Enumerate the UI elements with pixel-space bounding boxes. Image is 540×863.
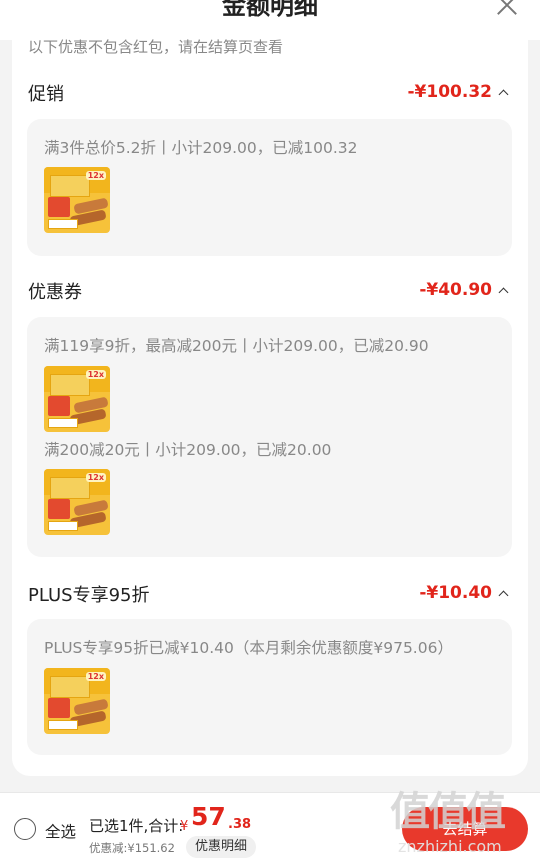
checkout-bar: 全选 已选1件,合计: ¥ 57 .38 优惠减:¥151.62 优惠明细 去结… [0,792,540,863]
section-title-coupon: 优惠券 [28,282,82,303]
section-amount-coupon[interactable]: -¥40.90 [419,280,492,300]
total-amount-decimal: .38 [228,817,252,832]
product-thumbnail: 12x [44,469,110,535]
chevron-up-icon[interactable] [498,88,508,98]
coupon-box: 满119享9折，最高减200元丨小计209.00，已减20.90 12x 满20… [27,317,512,557]
red-packet-note: 以下优惠不包含红包，请在结算页查看 [28,38,284,56]
coupon-rule-1: 满119享9折，最高减200元丨小计209.00，已减20.90 [44,337,429,355]
section-title-promotion: 促销 [28,84,64,105]
promotion-rule: 满3件总价5.2折丨小计209.00，已减100.32 [44,139,358,157]
discount-summary: 优惠减:¥151.62 [89,841,175,855]
product-thumbnail: 12x [44,366,110,432]
product-thumbnail: 12x [44,167,110,233]
section-amount-promotion[interactable]: -¥100.32 [408,82,493,102]
promotion-box: 满3件总价5.2折丨小计209.00，已减100.32 12x [27,119,512,256]
product-badge: 12x [85,473,106,482]
plus-box: PLUS专享95折已减¥10.40（本月剩余优惠额度¥975.06） 12x [27,619,512,755]
coupon-rule-2: 满200减20元丨小计209.00，已减20.00 [44,441,332,459]
section-title-plus: PLUS专享95折 [28,585,150,606]
select-all-radio[interactable] [14,818,36,840]
chevron-up-icon[interactable] [498,589,508,599]
checkout-button[interactable]: 去结算 [402,807,528,851]
product-thumbnail: 12x [44,668,110,734]
select-all-label[interactable]: 全选 [45,820,76,842]
discount-detail-button[interactable]: 优惠明细 [186,836,256,858]
close-icon[interactable] [496,0,518,16]
chevron-up-icon[interactable] [498,286,508,296]
total-currency: ¥ [180,819,189,834]
product-badge: 12x [85,672,106,681]
plus-rule: PLUS专享95折已减¥10.40（本月剩余优惠额度¥975.06） [44,639,453,657]
product-badge: 12x [85,171,106,180]
section-amount-plus[interactable]: -¥10.40 [419,583,492,603]
total-amount-integer: 57 [191,802,226,831]
product-badge: 12x [85,370,106,379]
sheet-title: 金额明细 [222,0,318,20]
selected-summary: 已选1件,合计: [89,817,184,835]
detail-card: 以下优惠不包含红包，请在结算页查看 促销 -¥100.32 满3件总价5.2折丨… [12,30,528,776]
amount-detail-sheet: 金额明细 以下优惠不包含红包，请在结算页查看 促销 -¥100.32 满3件总价… [0,0,540,792]
